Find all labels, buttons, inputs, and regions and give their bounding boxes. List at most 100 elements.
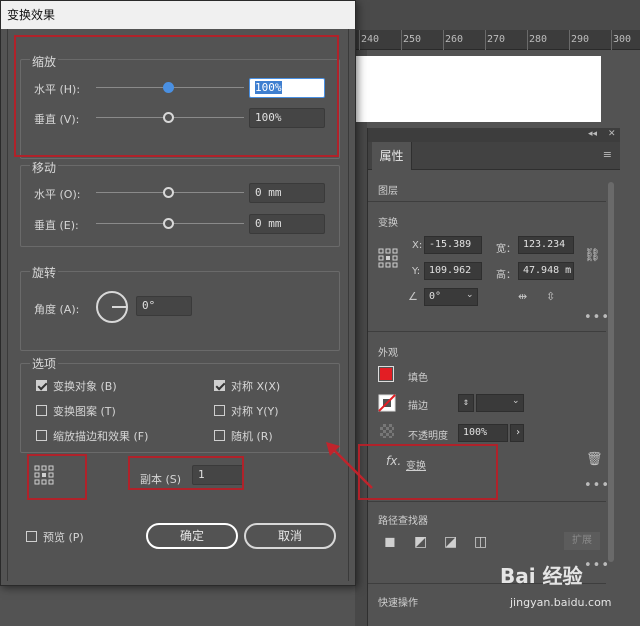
opacity-field[interactable]: 100% <box>458 424 508 442</box>
flip-horizontal-icon[interactable]: ⇹ <box>518 290 527 303</box>
more-options-icon[interactable]: ••• <box>584 558 610 573</box>
ok-button[interactable]: 确定 <box>146 523 238 549</box>
transform-heading: 变换 <box>378 218 398 229</box>
panel-tabs: 属性 ≡ <box>368 142 620 170</box>
constrain-link-icon[interactable]: ⛓ <box>584 248 601 263</box>
ruler-tick: 290 <box>571 34 590 45</box>
y-field[interactable]: 109.962 <box>424 262 482 280</box>
ruler-tick: 280 <box>529 34 548 45</box>
chevron-down-icon[interactable]: ⌄ <box>466 290 474 300</box>
scale-heading: 缩放 <box>30 53 59 70</box>
quick-actions-heading: 快速操作 <box>378 598 418 609</box>
copies-field[interactable]: 1 <box>192 465 244 485</box>
minus-front-icon[interactable]: ◩ <box>414 534 427 550</box>
scale-horizontal-value: 100% <box>255 81 282 94</box>
reflect-x-label: 对称 X(X) <box>231 380 281 393</box>
move-horizontal-field[interactable]: 0 mm <box>249 183 325 203</box>
collapse-icon[interactable]: ◂◂ <box>588 129 597 139</box>
chevron-right-icon[interactable]: › <box>510 424 524 442</box>
transform-objects-checkbox[interactable] <box>36 380 47 391</box>
random-label: 随机 (R) <box>231 430 273 443</box>
fx-transform-link[interactable]: 变换 <box>406 457 426 472</box>
artboard[interactable] <box>355 56 601 122</box>
stroke-stepper[interactable]: ⇕ <box>458 394 474 412</box>
scale-vertical-slider-knob[interactable] <box>163 112 174 123</box>
opacity-icon <box>380 424 394 438</box>
ruler-line <box>485 30 486 50</box>
opacity-label: 不透明度 <box>408 431 448 442</box>
transform-section: 变换 X: -15.389 宽： 123.234 Y: 109.962 高： 4… <box>368 202 609 332</box>
expand-button[interactable]: 扩展 <box>564 532 600 550</box>
reflect-y-checkbox[interactable] <box>214 405 225 416</box>
close-icon[interactable]: ✕ <box>608 129 616 139</box>
x-field[interactable]: -15.389 <box>424 236 482 254</box>
angle-dial-icon[interactable] <box>94 289 130 325</box>
panel-scrollbar[interactable] <box>608 182 614 562</box>
flip-vertical-icon[interactable]: ⇳ <box>546 290 555 303</box>
fill-label: 填色 <box>408 373 428 384</box>
more-options-icon[interactable]: ••• <box>584 478 610 493</box>
ruler-tick: 240 <box>361 34 380 45</box>
top-toolbar-strip <box>355 0 640 30</box>
copies-label: 副本 (S) <box>140 473 182 486</box>
appearance-heading: 外观 <box>378 348 398 359</box>
reference-point-icon[interactable] <box>34 465 54 485</box>
ruler-line <box>611 30 612 50</box>
stroke-none-swatch[interactable] <box>378 394 396 412</box>
transform-objects-label: 变换对象 (B) <box>53 380 117 393</box>
move-group <box>20 165 340 247</box>
pathfinder-heading: 路径查找器 <box>378 516 428 527</box>
move-vertical-field[interactable]: 0 mm <box>249 214 325 234</box>
ruler-line <box>569 30 570 50</box>
ruler-line <box>443 30 444 50</box>
move-horizontal-slider-knob[interactable] <box>163 187 174 198</box>
move-vertical-label: 垂直 (E): <box>34 219 79 232</box>
scale-horizontal-slider-knob[interactable] <box>163 82 174 93</box>
options-heading: 选项 <box>30 355 59 372</box>
preview-checkbox[interactable] <box>26 531 37 542</box>
ruler-tick: 250 <box>403 34 422 45</box>
baidu-watermark: Bai 经验 <box>500 564 583 588</box>
scale-horizontal-field[interactable]: 100% <box>249 78 325 98</box>
fill-swatch[interactable] <box>378 366 394 382</box>
more-options-icon[interactable]: ••• <box>584 310 610 325</box>
random-checkbox[interactable] <box>214 430 225 441</box>
dialog-title: 变换效果 <box>1 1 355 29</box>
tab-properties[interactable]: 属性 <box>372 142 412 170</box>
x-label: X: <box>412 240 423 251</box>
transform-effect-dialog: 变换效果 缩放 水平 (H): 100% 垂直 (V): 100% 移动 水平 … <box>0 0 356 586</box>
ruler-line <box>527 30 528 50</box>
scale-strokes-checkbox[interactable] <box>36 430 47 441</box>
intersect-icon[interactable]: ◪ <box>444 534 457 550</box>
exclude-icon[interactable]: ◫ <box>474 534 487 550</box>
transform-patterns-checkbox[interactable] <box>36 405 47 416</box>
scale-vertical-field[interactable]: 100% <box>249 108 325 128</box>
reflect-y-label: 对称 Y(Y) <box>231 405 279 418</box>
scale-strokes-label: 缩放描边和效果 (F) <box>53 430 149 443</box>
layer-heading: 图层 <box>378 186 398 197</box>
y-label: Y: <box>412 266 421 277</box>
scale-horizontal-label: 水平 (H): <box>34 83 81 96</box>
move-vertical-slider-knob[interactable] <box>163 218 174 229</box>
trash-icon[interactable]: 🗑 <box>586 452 603 467</box>
cancel-button[interactable]: 取消 <box>244 523 336 549</box>
properties-panel: ◂◂ ✕ 属性 ≡ 图层 变换 X: -15.389 宽： 123.234 Y:… <box>367 128 620 626</box>
transform-patterns-label: 变换图案 (T) <box>53 405 116 418</box>
layer-section: 图层 <box>368 170 606 202</box>
ruler-line <box>359 30 360 50</box>
annotation-arrow <box>326 442 373 489</box>
ruler-tick: 300 <box>613 34 632 45</box>
ruler-tick: 260 <box>445 34 464 45</box>
chevron-down-icon[interactable]: ⌄ <box>512 396 520 406</box>
unite-icon[interactable]: ◼ <box>384 534 396 550</box>
watermark-url: jingyan.baidu.com <box>510 596 612 609</box>
move-horizontal-label: 水平 (O): <box>34 188 81 201</box>
reference-point-icon[interactable] <box>378 248 398 268</box>
stroke-label: 描边 <box>408 401 428 412</box>
reflect-x-checkbox[interactable] <box>214 380 225 391</box>
rotate-angle-field[interactable]: 0° <box>136 296 192 316</box>
height-field[interactable]: 47.948 m <box>518 262 574 280</box>
fill-color-chip <box>380 368 392 380</box>
width-field[interactable]: 123.234 <box>518 236 574 254</box>
panel-menu-icon[interactable]: ≡ <box>603 148 612 161</box>
